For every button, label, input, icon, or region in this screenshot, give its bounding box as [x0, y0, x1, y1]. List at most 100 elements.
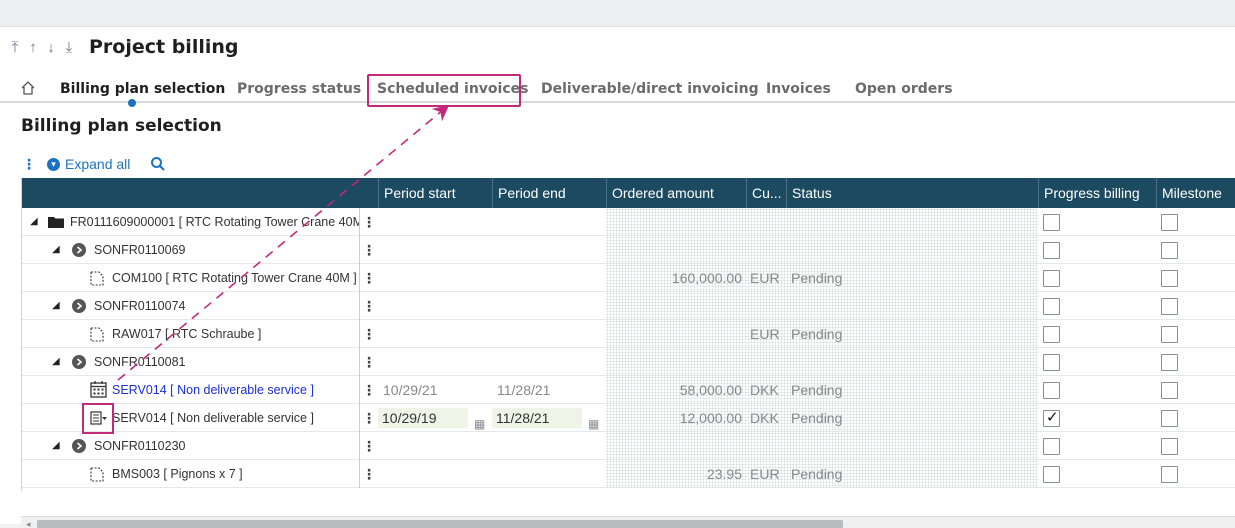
row-menu-icon[interactable]: ⋮	[360, 320, 378, 348]
previous-record-icon[interactable]: ↑	[26, 39, 40, 56]
tab-bar: Billing plan selection Progress status S…	[0, 73, 1235, 103]
ordered-amount-value: 23.95	[706, 466, 742, 482]
progress-billing-checkbox[interactable]	[1043, 298, 1060, 315]
progress-billing-checkbox[interactable]	[1043, 466, 1060, 483]
chevron-down-circle-icon[interactable]: ▾	[47, 157, 60, 171]
ordered-amount-value	[606, 208, 742, 236]
calendar-icon[interactable]	[90, 381, 107, 398]
period-end-cell	[492, 264, 606, 292]
table-row[interactable]: ◢ SONFR0110081 ⋮	[22, 348, 1235, 376]
tab-progress-status[interactable]: Progress status	[237, 81, 361, 97]
next-record-icon[interactable]: ↓	[44, 39, 58, 56]
table-row[interactable]: ◢ FR0111609000001 [ RTC Rotating Tower Cr…	[22, 208, 1235, 236]
period-end-cell	[492, 432, 606, 460]
header-status[interactable]: Status	[786, 178, 1039, 208]
row-menu-icon[interactable]: ⋮	[360, 432, 378, 460]
table-row[interactable]: ◢ SONFR0110230 ⋮	[22, 432, 1235, 460]
tab-open-orders[interactable]: Open orders	[855, 81, 953, 97]
progress-billing-checkbox[interactable]	[1043, 382, 1060, 399]
table-row[interactable]: ◢ SONFR0110069 ⋮	[22, 236, 1235, 264]
row-menu-icon[interactable]: ⋮	[360, 264, 378, 292]
collapse-triangle-icon[interactable]: ◢	[52, 292, 60, 320]
milestone-checkbox[interactable]	[1161, 214, 1178, 231]
header-milestone[interactable]: Milestone	[1156, 178, 1235, 208]
progress-billing-checkbox[interactable]	[1043, 270, 1060, 287]
kebab-menu-icon[interactable]: ⋮	[21, 156, 37, 173]
collapse-triangle-icon[interactable]: ◢	[30, 208, 38, 236]
row-menu-icon[interactable]: ⋮	[360, 348, 378, 376]
scroll-left-icon[interactable]: ◂	[26, 517, 31, 528]
scroll-thumb[interactable]	[37, 520, 843, 528]
collapse-triangle-icon[interactable]: ◢	[52, 348, 60, 376]
tree-cell: ◢ SONFR0110069	[22, 236, 360, 264]
top-bar	[0, 0, 1235, 27]
progress-billing-checkbox[interactable]	[1043, 326, 1060, 343]
milestone-checkbox[interactable]	[1161, 242, 1178, 259]
first-record-icon[interactable]: ⤒	[8, 39, 22, 56]
progress-billing-checkbox[interactable]	[1043, 408, 1060, 427]
period-end-input[interactable]: 11/28/21	[492, 408, 582, 428]
status-value: Pending	[791, 382, 843, 398]
ordered-amount-value	[606, 432, 742, 460]
progress-billing-checkbox[interactable]	[1043, 354, 1060, 371]
record-navigation: ⤒ ↑ ↓ ⤓	[8, 39, 76, 56]
period-end-cell	[492, 348, 606, 376]
milestone-checkbox[interactable]	[1161, 410, 1178, 427]
header-period-start[interactable]: Period start	[378, 178, 493, 208]
milestone-checkbox[interactable]	[1161, 438, 1178, 455]
milestone-checkbox[interactable]	[1161, 326, 1178, 343]
tab-deliverable-direct-invoicing[interactable]: Deliverable/direct invoicing	[541, 81, 759, 97]
milestone-checkbox[interactable]	[1161, 354, 1178, 371]
document-icon	[90, 467, 104, 482]
status-value	[791, 208, 991, 236]
status-value	[791, 348, 991, 376]
table-row[interactable]: SERV014 [ Non deliverable service ] ⋮ 10/2…	[22, 404, 1235, 432]
header-currency[interactable]: Cu...	[746, 178, 786, 208]
active-tab-indicator	[128, 99, 136, 107]
milestone-checkbox[interactable]	[1161, 382, 1178, 399]
collapse-triangle-icon[interactable]: ◢	[52, 236, 60, 264]
milestone-checkbox[interactable]	[1161, 270, 1178, 287]
chevron-right-circle-icon	[72, 299, 86, 313]
tab-billing-plan-selection[interactable]: Billing plan selection	[60, 81, 225, 97]
period-end-cell[interactable]: 11/28/21 ▦	[492, 404, 606, 432]
table-row[interactable]: ◢ SONFR0110074 ⋮	[22, 292, 1235, 320]
milestone-checkbox[interactable]	[1161, 298, 1178, 315]
table-row[interactable]: BMS003 [ Pignons x 7 ] ⋮ 23.95 EUR Pending	[22, 460, 1235, 488]
progress-billing-checkbox[interactable]	[1043, 438, 1060, 455]
period-start-input[interactable]: 10/29/19	[378, 408, 468, 428]
row-menu-icon[interactable]: ⋮	[360, 460, 378, 488]
progress-billing-checkbox[interactable]	[1043, 214, 1060, 231]
header-period-end[interactable]: Period end	[492, 178, 607, 208]
folder-icon	[48, 215, 64, 228]
status-value	[791, 236, 991, 264]
row-menu-icon[interactable]: ⋮	[360, 236, 378, 264]
calendar-icon[interactable]: ▦	[588, 410, 599, 432]
calendar-icon[interactable]: ▦	[474, 410, 485, 432]
tab-invoices[interactable]: Invoices	[766, 81, 831, 97]
search-icon[interactable]	[150, 156, 166, 172]
collapse-triangle-icon[interactable]: ◢	[52, 432, 60, 460]
currency-value: DKK	[750, 410, 779, 426]
period-start-cell[interactable]: 10/29/19 ▦	[378, 404, 492, 432]
tree-cell: RAW017 [ RTC Schraube ]	[22, 320, 360, 348]
row-menu-icon[interactable]: ⋮	[360, 208, 378, 236]
header-ordered-amount[interactable]: Ordered amount	[606, 178, 746, 208]
row-label[interactable]: SERV014 [ Non deliverable service ]	[112, 376, 314, 404]
row-menu-icon[interactable]: ⋮	[360, 404, 378, 432]
last-record-icon[interactable]: ⤓	[62, 39, 76, 56]
row-menu-icon[interactable]: ⋮	[360, 376, 378, 404]
progress-billing-checkbox[interactable]	[1043, 242, 1060, 259]
table-row[interactable]: SERV014 [ Non deliverable service ] ⋮ 10/2…	[22, 376, 1235, 404]
header-progress-billing[interactable]: Progress billing	[1038, 178, 1157, 208]
table-row[interactable]: COM100 [ RTC Rotating Tower Crane 40M ] ⋮…	[22, 264, 1235, 292]
milestone-checkbox[interactable]	[1161, 466, 1178, 483]
grid-toolbar: ⋮ ▾ Expand all	[21, 154, 166, 174]
ordered-amount-value	[606, 292, 742, 320]
period-end-cell	[492, 320, 606, 348]
horizontal-scrollbar[interactable]: ◂	[21, 516, 1235, 528]
expand-all-link[interactable]: Expand all	[65, 156, 130, 172]
table-row[interactable]: RAW017 [ RTC Schraube ] ⋮ EUR Pending	[22, 320, 1235, 348]
row-menu-icon[interactable]: ⋮	[360, 292, 378, 320]
tree-cell: ◢ FR0111609000001 [ RTC Rotating Tower Cr…	[22, 208, 360, 236]
